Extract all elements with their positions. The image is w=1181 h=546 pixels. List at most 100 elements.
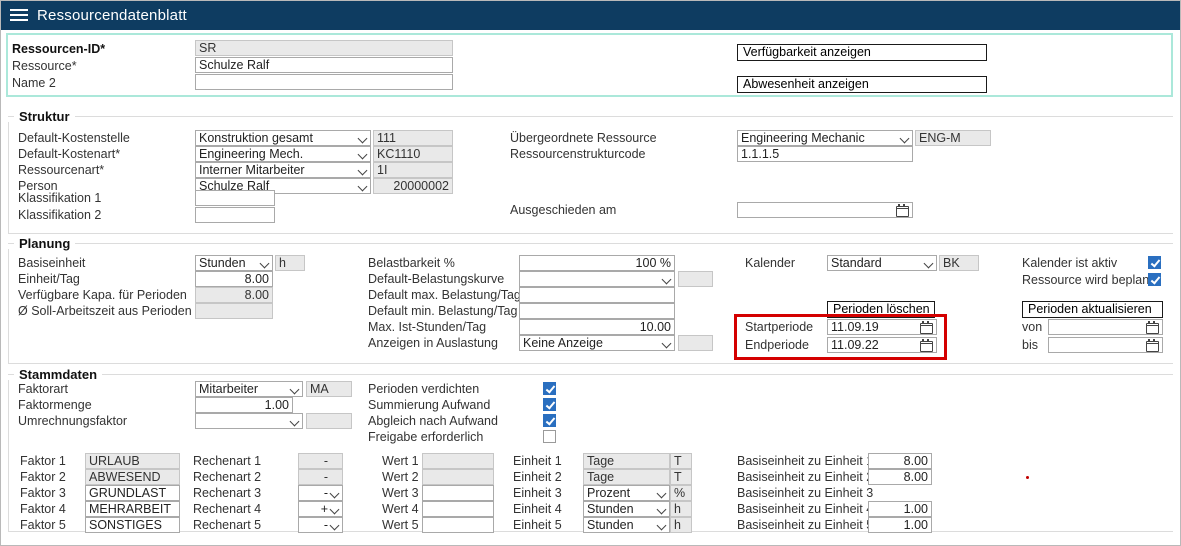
ressourcenart-select[interactable]: Interner Mitarbeiter [195,162,371,178]
von-label: von [1022,319,1042,335]
basiseinheit1-input[interactable]: 8.00 [868,453,932,469]
von-date-input[interactable] [1048,319,1163,335]
bis-date-input[interactable] [1048,337,1163,353]
basiseinheit4-input[interactable]: 1.00 [868,501,932,517]
name2-input[interactable] [195,74,453,90]
basiseinheit-select[interactable]: Stunden [195,255,273,271]
calendar-icon[interactable] [920,341,933,352]
ressource-beplant-checkbox[interactable] [1148,273,1161,286]
rechenart1-field: - [298,453,343,469]
basiseinheit5-input[interactable]: 1.00 [868,517,932,533]
rechenart3-select[interactable]: - [298,485,343,501]
max-belastung-label: Default max. Belastung/Tag [368,287,521,303]
startperiode-date-input[interactable]: 11.09.19 [827,319,937,335]
verfuegbare-kapa-label: Verfügbare Kapa. für Perioden [18,287,187,303]
faktor5-label: Faktor 5 [20,517,66,533]
einheit1-field: Tage [583,453,670,469]
umrechnungsfaktor-code [306,413,352,429]
ressource-beplant-label: Ressource wird beplant [1022,272,1153,288]
klassifikation1-input[interactable] [195,190,275,206]
einheit-tag-label: Einheit/Tag [18,271,80,287]
chevron-down-icon [662,275,672,285]
rechenart2-field: - [298,469,343,485]
max-ist-stunden-input[interactable]: 10.00 [519,319,675,335]
app-bar: Ressourcendatenblatt [0,0,1181,30]
hamburger-menu-icon[interactable] [10,9,28,21]
min-belastung-input[interactable] [519,303,675,319]
max-belastung-input[interactable] [519,287,675,303]
faktor4-input[interactable]: MEHRARBEIT [85,501,180,517]
max-ist-stunden-label: Max. Ist-Stunden/Tag [368,319,486,335]
kalender-label: Kalender [745,255,795,271]
abgleich-aufwand-checkbox[interactable] [543,414,556,427]
stammdaten-section-header: Stammdaten [8,367,1173,382]
wert4-input[interactable] [422,501,494,517]
klassifikation2-input[interactable] [195,207,275,223]
faktorart-select[interactable]: Mitarbeiter [195,381,303,397]
chevron-down-icon [290,385,300,395]
umrechnungsfaktor-select[interactable] [195,413,303,429]
ausgeschieden-am-date-input[interactable] [737,202,913,218]
calendar-icon[interactable] [896,206,909,217]
rechenart4-select[interactable]: + [298,501,343,517]
calendar-icon[interactable] [1146,341,1159,352]
kalender-select[interactable]: Standard [827,255,937,271]
faktor2-label: Faktor 2 [20,469,66,485]
show-absence-button[interactable]: Abwesenheit anzeigen [737,76,987,93]
calendar-icon[interactable] [920,323,933,334]
anzeigen-auslastung-code [678,335,713,351]
belastbarkeit-input[interactable]: 100 % [519,255,675,271]
einheit-tag-input[interactable]: 8.00 [195,271,273,287]
faktorart-code: MA [306,381,352,397]
perioden-aktualisieren-button[interactable]: Perioden aktualisieren [1022,301,1163,318]
resource-name-input[interactable]: Schulze Ralf [195,57,453,73]
resource-id-panel [6,33,1173,97]
summierung-aufwand-checkbox[interactable] [543,398,556,411]
wert3-label: Wert 3 [382,485,419,501]
perioden-loeschen-button[interactable]: Perioden löschen [827,301,935,318]
belastungskurve-select[interactable] [519,271,675,287]
basiseinheit2-input[interactable]: 8.00 [868,469,932,485]
default-kostenart-select[interactable]: Engineering Mech. [195,146,371,162]
planung-section-header: Planung [8,236,1173,251]
soll-arbeitszeit-label: Ø Soll-Arbeitszeit aus Perioden [18,303,192,319]
rechenart5-select[interactable]: - [298,517,343,533]
calendar-icon[interactable] [1146,323,1159,334]
klassifikation1-label: Klassifikation 1 [18,190,101,206]
uebergeordnete-ressource-select[interactable]: Engineering Mechanic [737,130,913,146]
endperiode-date-input[interactable]: 11.09.22 [827,337,937,353]
einheit3-label: Einheit 3 [513,485,562,501]
kalender-code: BK [939,255,979,271]
default-kostenstelle-select[interactable]: Konstruktion gesamt [195,130,371,146]
chevron-down-icon [358,182,368,192]
kalender-aktiv-checkbox[interactable] [1148,256,1161,269]
default-kostenart-label: Default-Kostenart* [18,146,120,162]
chevron-down-icon [657,521,667,531]
resource-id-label: Ressourcen-ID* [12,41,105,57]
faktor3-input[interactable]: GRUNDLAST [85,485,180,501]
anzeigen-auslastung-label: Anzeigen in Auslastung [368,335,498,351]
ressourcenstrukturcode-input[interactable]: 1.1.1.5 [737,146,913,162]
faktor5-input[interactable]: SONSTIGES [85,517,180,533]
freigabe-erforderlich-checkbox[interactable] [543,430,556,443]
faktor1-field: URLAUB [85,453,180,469]
kalender-aktiv-label: Kalender ist aktiv [1022,255,1117,271]
min-belastung-label: Default min. Belastung/Tag [368,303,517,319]
chevron-down-icon [290,417,300,427]
name2-label: Name 2 [12,75,56,91]
perioden-verdichten-checkbox[interactable] [543,382,556,395]
basiseinheit-code: h [275,255,305,271]
chevron-down-icon [358,134,368,144]
einheit5-select[interactable]: Stunden [583,517,670,533]
show-availability-button[interactable]: Verfügbarkeit anzeigen [737,44,987,61]
faktormenge-input[interactable]: 1.00 [195,397,293,413]
belastungskurve-label: Default-Belastungskurve [368,271,504,287]
wert3-input[interactable] [422,485,494,501]
anzeigen-auslastung-select[interactable]: Keine Anzeige [519,335,675,351]
wert5-input[interactable] [422,517,494,533]
einheit4-select[interactable]: Stunden [583,501,670,517]
resource-id-field: SR [195,40,453,56]
einheit3-select[interactable]: Prozent [583,485,670,501]
uebergeordnete-ressource-code: ENG-M [915,130,991,146]
resource-label: Ressource* [12,58,77,74]
